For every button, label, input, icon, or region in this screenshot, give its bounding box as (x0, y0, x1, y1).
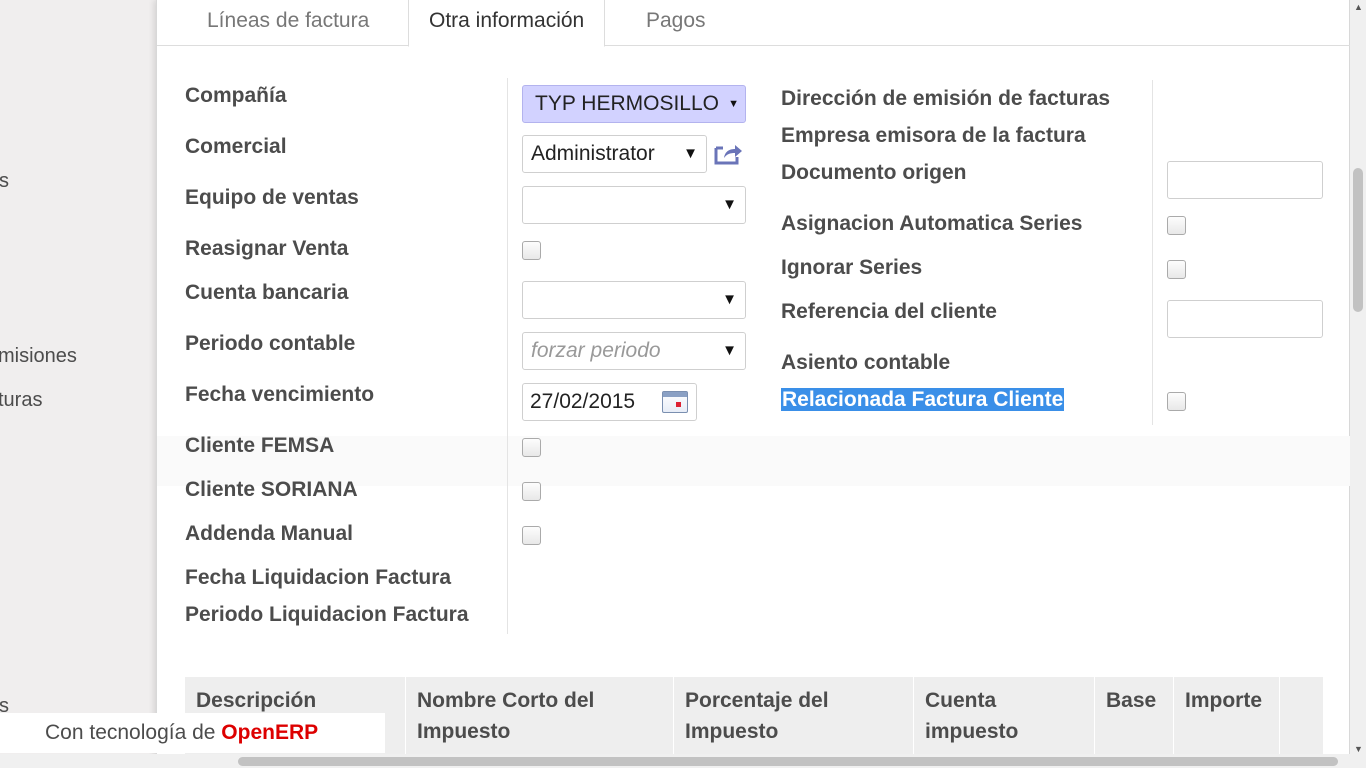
sidebar-item[interactable]: misiones (0, 345, 77, 368)
sidebar-item[interactable]: s (0, 170, 9, 193)
tab-payments[interactable]: Pagos (626, 0, 726, 46)
sidebar-item-label: misiones (0, 345, 77, 367)
client-reference-input[interactable] (1167, 300, 1323, 338)
calendar-icon[interactable] (662, 391, 688, 413)
related-invoice-label: Relacionada Factura Cliente (781, 388, 1065, 412)
due-date-input[interactable]: 27/02/2015 (522, 383, 697, 421)
related-invoice-label-text: Relacionada Factura Cliente (781, 388, 1065, 411)
source-document-input[interactable] (1167, 161, 1323, 199)
footer-brand-link[interactable]: OpenERP (221, 721, 318, 744)
reassign-sale-checkbox[interactable] (522, 241, 541, 260)
salesperson-value: Administrator (531, 142, 655, 165)
chevron-down-icon: ▼ (683, 145, 698, 162)
sidebar-item-label: s (0, 170, 9, 192)
tab-bar: Líneas de factura Otra información Pagos (157, 0, 1351, 47)
period-select[interactable]: forzar periodo ▼ (522, 332, 746, 370)
scroll-down-icon[interactable]: ▼ (1354, 744, 1363, 754)
company-select[interactable]: TYP HERMOSILLO ▼ (522, 85, 746, 123)
due-date-label: Fecha vencimiento (185, 383, 375, 406)
external-link-icon[interactable] (713, 142, 743, 166)
auto-series-label: Asignacion Automatica Series (781, 212, 1083, 235)
company-value: TYP HERMOSILLO (535, 92, 719, 115)
sidebar-item[interactable]: turas (0, 389, 42, 412)
ignore-series-label: Ignorar Series (781, 256, 923, 279)
due-date-value: 27/02/2015 (530, 390, 636, 413)
sales-team-select[interactable]: ▼ (522, 186, 746, 224)
horizontal-scrollbar[interactable] (0, 754, 1350, 768)
manual-addenda-label: Addenda Manual (185, 522, 354, 545)
scrollbar-thumb[interactable] (238, 757, 1338, 766)
issuing-company-label: Empresa emisora de la factura (781, 124, 1086, 147)
footer-prefix: Con tecnología de (45, 721, 222, 744)
tab-other-info[interactable]: Otra información (408, 0, 606, 47)
chevron-down-icon: ▼ (722, 291, 737, 308)
column-header-base[interactable]: Base (1106, 685, 1156, 716)
client-reference-label: Referencia del cliente (781, 300, 997, 323)
period-placeholder: forzar periodo (531, 339, 661, 362)
scroll-up-icon[interactable]: ▲ (1354, 2, 1363, 12)
column-header-amount[interactable]: Importe (1185, 685, 1262, 716)
salesperson-select[interactable]: Administrator ▼ (522, 135, 707, 173)
form-sheet: Líneas de factura Otra información Pagos… (156, 0, 1351, 768)
settlement-period-label: Periodo Liquidacion Factura (185, 603, 469, 626)
scrollbar-thumb[interactable] (1353, 168, 1363, 312)
column-header-tax-short-name[interactable]: Nombre Corto del Impuesto (417, 685, 647, 747)
client-soriana-label: Cliente SORIANA (185, 478, 358, 501)
company-label: Compañía (185, 84, 287, 107)
invoice-address-label: Dirección de emisión de facturas (781, 87, 1111, 110)
bank-account-label: Cuenta bancaria (185, 281, 349, 304)
settlement-date-label: Fecha Liquidacion Factura (185, 566, 452, 589)
reassign-sale-label: Reasignar Venta (185, 237, 349, 260)
column-divider (1152, 80, 1153, 425)
vertical-scrollbar[interactable]: ▲ ▼ (1350, 0, 1366, 768)
related-invoice-checkbox[interactable] (1167, 392, 1186, 411)
salesperson-label: Comercial (185, 135, 287, 158)
powered-by-footer: Con tecnología de OpenERP (0, 713, 385, 753)
journal-entry-label: Asiento contable (781, 351, 951, 374)
chevron-down-icon: ▼ (722, 342, 737, 359)
sidebar-item-label: turas (0, 389, 43, 411)
sales-team-label: Equipo de ventas (185, 186, 359, 209)
period-label: Periodo contable (185, 332, 356, 355)
source-document-label: Documento origen (781, 161, 967, 184)
sidebar: s misiones turas s (0, 0, 156, 768)
column-header-tax-account[interactable]: Cuenta impuesto (925, 685, 1075, 747)
column-header-tax-percentage[interactable]: Porcentaje del Impuesto (685, 685, 875, 747)
auto-series-checkbox[interactable] (1167, 216, 1186, 235)
chevron-down-icon: ▼ (722, 196, 737, 213)
ignore-series-checkbox[interactable] (1167, 260, 1186, 279)
client-femsa-checkbox[interactable] (522, 438, 541, 457)
client-femsa-label: Cliente FEMSA (185, 434, 335, 457)
column-divider (507, 78, 508, 634)
tab-invoice-lines[interactable]: Líneas de factura (187, 0, 389, 46)
bank-account-select[interactable]: ▼ (522, 281, 746, 319)
manual-addenda-checkbox[interactable] (522, 526, 541, 545)
chevron-down-icon: ▼ (728, 98, 739, 110)
client-soriana-checkbox[interactable] (522, 482, 541, 501)
